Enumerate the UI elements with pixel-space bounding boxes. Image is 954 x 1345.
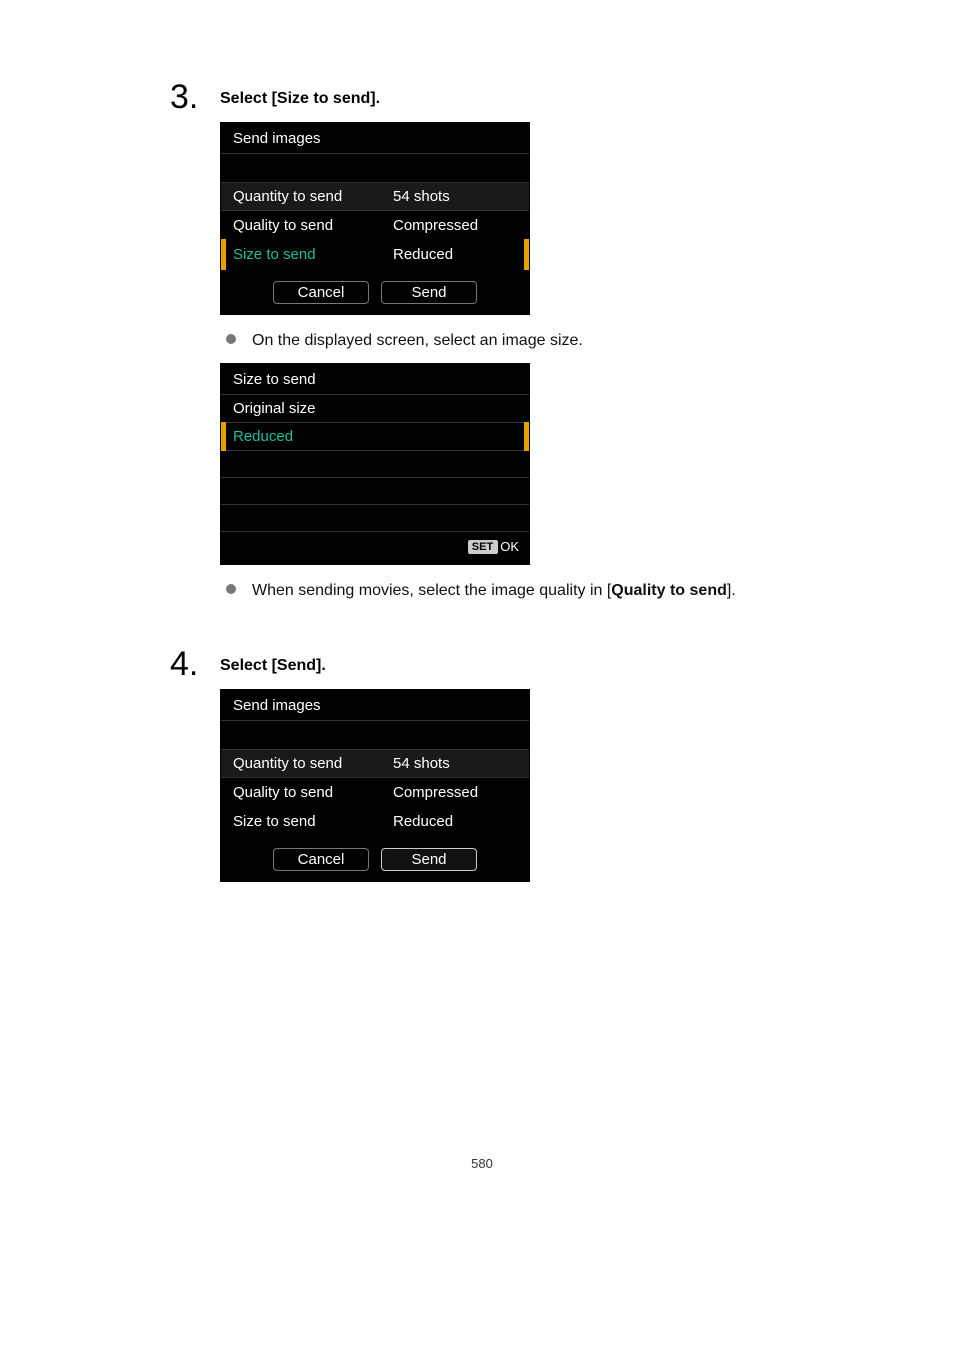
step-3: 3. Select [Size to send]. Send images Qu…	[170, 80, 794, 613]
set-ok-footer: SETOK	[221, 532, 529, 564]
size-label: Size to send	[233, 246, 393, 263]
step-4-heading: Select [Send].	[220, 657, 794, 675]
quality-label: Quality to send	[233, 217, 393, 234]
quantity-row-b: Quantity to send 54 shots	[221, 749, 529, 778]
step-number-3: 3.	[170, 80, 220, 114]
note2-prefix: When sending movies, select the image qu…	[252, 582, 611, 599]
notes-list-1: On the displayed screen, select an image…	[220, 329, 794, 353]
notes-list-2: When sending movies, select the image qu…	[220, 579, 794, 603]
note2-bold: Quality to send	[611, 582, 727, 599]
button-row-b: Cancel Send	[221, 836, 529, 881]
step-4-body: Select [Send]. Send images Quantity to s…	[220, 647, 794, 896]
size-row-selected: Size to send Reduced	[221, 240, 529, 269]
option-original-size: Original size	[221, 395, 529, 423]
send-button-b: Send	[381, 848, 477, 871]
send-button: Send	[381, 281, 477, 304]
size-label-b: Size to send	[233, 813, 393, 830]
quantity-row: Quantity to send 54 shots	[221, 182, 529, 211]
quality-row: Quality to send Compressed	[221, 211, 529, 240]
quality-row-b: Quality to send Compressed	[221, 778, 529, 807]
quality-value: Compressed	[393, 217, 517, 234]
note-select-size: On the displayed screen, select an image…	[220, 329, 794, 353]
quantity-value: 54 shots	[393, 188, 517, 205]
quantity-value-b: 54 shots	[393, 755, 517, 772]
quantity-label-b: Quantity to send	[233, 755, 393, 772]
screen-title-b: Send images	[221, 690, 529, 721]
size-value-b: Reduced	[393, 813, 517, 830]
empty-row-3	[221, 505, 529, 532]
quality-label-b: Quality to send	[233, 784, 393, 801]
set-badge: SET	[468, 540, 498, 554]
screen-spacer	[221, 154, 529, 182]
button-row: Cancel Send	[221, 269, 529, 314]
page-content: 3. Select [Size to send]. Send images Qu…	[0, 0, 954, 1231]
note2-suffix: ].	[727, 582, 736, 599]
camera-screen-send-images-b: Send images Quantity to send 54 shots Qu…	[220, 689, 530, 882]
size-select-title: Size to send	[221, 364, 529, 395]
ok-label: OK	[500, 539, 519, 554]
step-3-body: Select [Size to send]. Send images Quant…	[220, 80, 794, 613]
step-3-heading: Select [Size to send].	[220, 90, 794, 108]
option-reduced: Reduced	[221, 423, 529, 451]
screen-spacer-b	[221, 721, 529, 749]
step-4: 4. Select [Send]. Send images Quantity t…	[170, 647, 794, 896]
empty-row-2	[221, 478, 529, 505]
camera-screen-size-select: Size to send Original size Reduced SETOK	[220, 363, 530, 565]
quality-value-b: Compressed	[393, 784, 517, 801]
cancel-button: Cancel	[273, 281, 369, 304]
size-row-b: Size to send Reduced	[221, 807, 529, 836]
size-value: Reduced	[393, 246, 517, 263]
quantity-label: Quantity to send	[233, 188, 393, 205]
screen-title: Send images	[221, 123, 529, 154]
page-number: 580	[170, 1156, 794, 1171]
step-number-4: 4.	[170, 647, 220, 681]
camera-screen-send-images-a: Send images Quantity to send 54 shots Qu…	[220, 122, 530, 315]
cancel-button-b: Cancel	[273, 848, 369, 871]
note-quality-to-send: When sending movies, select the image qu…	[220, 579, 794, 603]
empty-row-1	[221, 451, 529, 478]
